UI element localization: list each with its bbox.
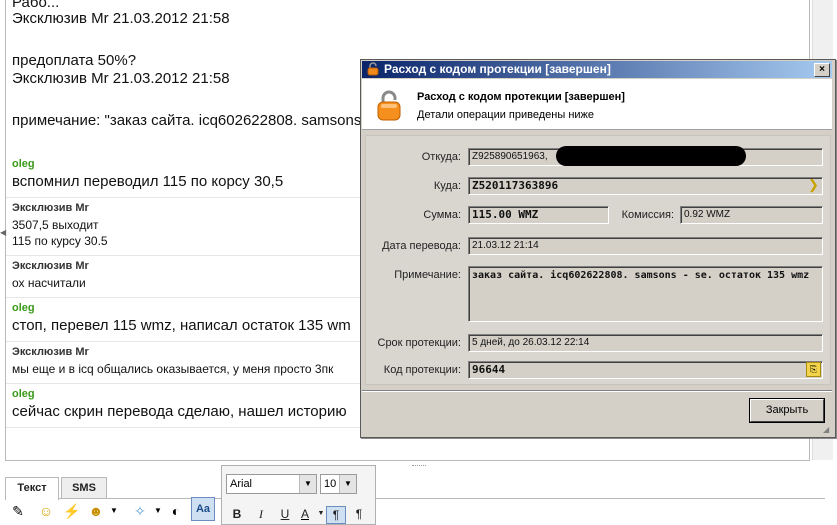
details-panel: Откуда: Z925890651963, Куда: Z5201173638… — [365, 135, 831, 385]
underline-button[interactable]: U — [276, 506, 294, 522]
mode-icon[interactable]: ◐ — [167, 502, 185, 520]
chevron-down-icon[interactable]: ▼ — [149, 502, 167, 520]
dialog-titlebar[interactable]: Расход с кодом протекции [завершен] × — [362, 61, 832, 78]
date-value: 21.03.12 21:14 — [472, 240, 539, 251]
protection-dialog: Расход с кодом протекции [завершен] × Ра… — [360, 59, 836, 438]
close-icon[interactable]: × — [814, 63, 830, 77]
term-field: 5 дней, до 26.03.12 22:14 — [468, 334, 823, 352]
format-icon[interactable]: ✎ — [9, 502, 27, 520]
dialog-title: Расход с кодом протекции [завершен] — [384, 62, 611, 76]
note-value: заказ сайта. icq602622808. samsons - se.… — [472, 270, 810, 281]
smiley-icon[interactable]: ☺ — [37, 502, 55, 520]
gift-icon[interactable]: ✧ — [131, 502, 149, 520]
ltr-icon[interactable]: ¶ — [326, 506, 346, 524]
chevron-down-icon: ▼ — [299, 475, 316, 493]
font-value: Arial — [230, 478, 253, 490]
header-subtitle: Детали операции приведены ниже — [417, 109, 595, 121]
size-value: 10 — [324, 478, 337, 490]
code-field: 96644 — [468, 361, 823, 379]
italic-button[interactable]: I — [252, 506, 270, 522]
note-label: Примечание: — [394, 269, 461, 281]
code-value: 96644 — [472, 363, 506, 376]
fee-label: Комиссия: — [621, 209, 674, 221]
close-button[interactable]: Закрыть — [750, 399, 824, 422]
to-label: Куда: — [433, 180, 461, 192]
tab-sms[interactable]: SMS — [61, 477, 107, 498]
font-select[interactable]: Arial ▼ — [226, 474, 317, 494]
date-label: Дата перевода: — [382, 240, 461, 252]
lock-icon — [367, 62, 379, 76]
chevron-down-icon[interactable]: ▼ — [105, 502, 123, 520]
emoticon-icon[interactable]: ☻ — [87, 502, 105, 520]
dialog-divider — [362, 390, 832, 392]
amount-field: 115.00 WMZ — [468, 206, 609, 224]
from-label: Откуда: — [421, 151, 461, 163]
lock-icon — [377, 90, 401, 121]
term-value: 5 дней, до 26.03.12 22:14 — [472, 337, 590, 348]
input-toolbar: ✎ ☺ ⚡ ☻ ▼ ✧ ▼ ◐ — [5, 499, 835, 523]
bold-button[interactable]: B — [228, 506, 246, 522]
tab-text[interactable]: Текст — [5, 477, 59, 500]
fee-value: 0.92 WMZ — [684, 209, 731, 220]
to-field: Z520117363896 — [468, 177, 823, 195]
flash-icon[interactable]: ⚡ — [63, 502, 81, 520]
splitter-grip[interactable] — [412, 465, 426, 469]
copy-icon[interactable]: ⎘ — [806, 362, 821, 377]
chevron-down-icon: ▼ — [339, 475, 356, 493]
date-field: 21.03.12 21:14 — [468, 237, 823, 255]
aa-button[interactable]: Aa — [191, 497, 215, 521]
to-value: Z520117363896 — [472, 179, 559, 192]
code-label: Код протекции: — [383, 364, 461, 376]
redaction-mark — [556, 146, 746, 166]
size-select[interactable]: 10 ▼ — [320, 474, 357, 494]
format-panel: Arial ▼ 10 ▼ Aa B I U A ▼ ¶ ¶ — [191, 465, 376, 525]
amount-label: Сумма: — [423, 209, 461, 221]
arrow-right-icon[interactable]: ❯ — [808, 177, 819, 193]
header-title: Расход с кодом протекции [завершен] — [417, 91, 625, 103]
chat-message: Эксклюзив Mr 21.03.2012 21:58 — [6, 10, 809, 52]
resize-grip-icon[interactable]: ◢ — [823, 425, 833, 435]
rtl-icon[interactable]: ¶ — [350, 506, 368, 522]
dialog-header: Расход с кодом протекции [завершен] Дета… — [362, 79, 832, 130]
from-value: Z925890651963, — [472, 151, 548, 162]
fee-field: 0.92 WMZ — [680, 206, 823, 224]
message-text: Эксклюзив Mr 21.03.2012 21:58 — [12, 10, 230, 27]
input-tabs: Текст SMS — [5, 476, 825, 500]
amount-value: 115.00 WMZ — [472, 208, 539, 221]
term-label: Срок протекции: — [377, 337, 462, 349]
collapse-arrow-icon[interactable]: ◀ — [0, 228, 6, 237]
note-field: заказ сайта. icq602622808. samsons - se.… — [468, 266, 823, 322]
